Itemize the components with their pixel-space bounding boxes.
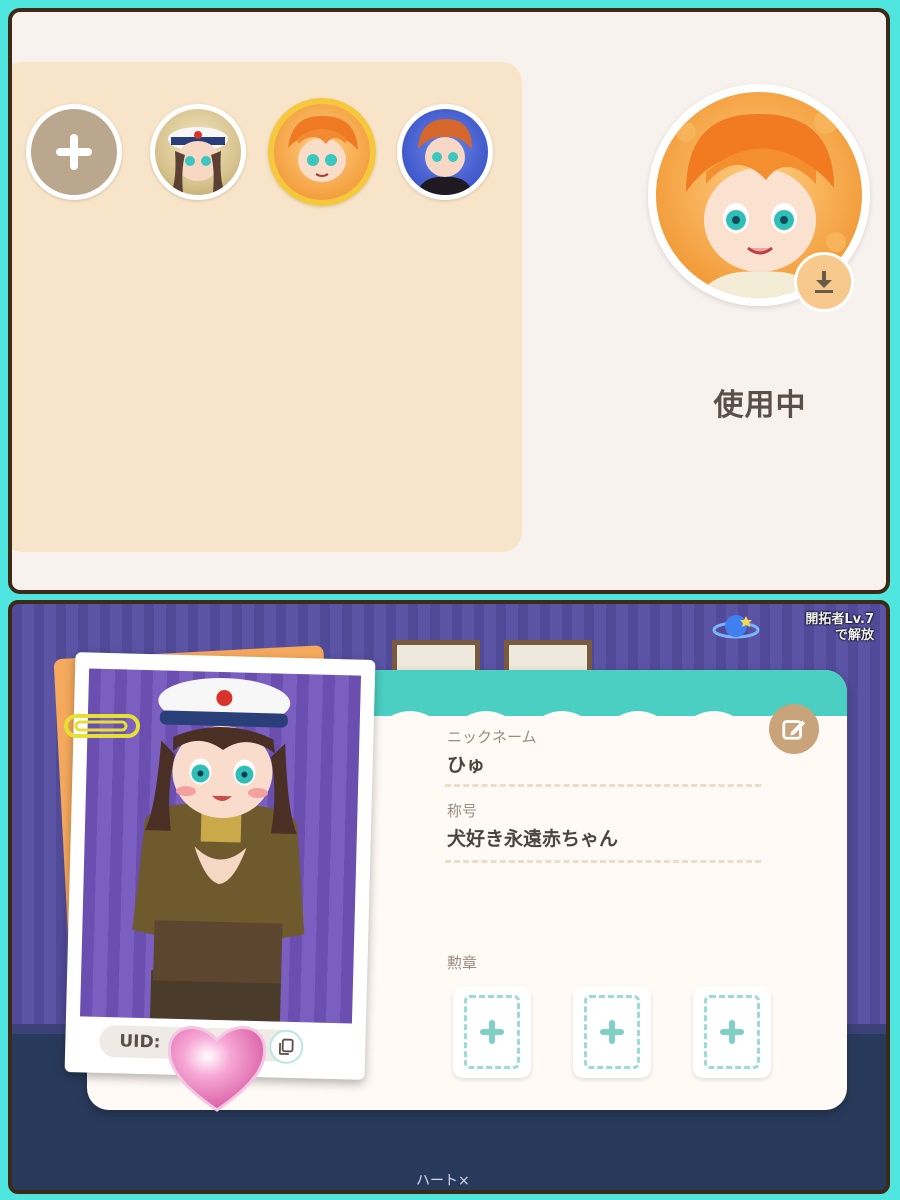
title-value: 犬好き永遠赤ちゃん (447, 828, 619, 850)
badge-slot-frame (464, 995, 520, 1069)
nickname-label: ニックネーム (447, 728, 537, 746)
plus-icon (480, 1020, 504, 1044)
avatar-portrait (168, 127, 228, 193)
heart-icon (167, 1026, 267, 1112)
uid-label: UID: (119, 1031, 161, 1053)
badge-slot-frame (584, 995, 640, 1069)
badges-label: 勲章 (447, 954, 478, 972)
plus-icon (720, 1020, 744, 1044)
planet-icon (712, 615, 760, 639)
unlock-level-text: 開拓者Lv.7 (805, 612, 874, 627)
add-avatar-button[interactable] (26, 104, 122, 200)
title-label: 称号 (447, 802, 478, 820)
copy-icon (278, 1038, 294, 1055)
divider (445, 860, 761, 863)
unlock-suffix-text: で解放 (834, 628, 874, 643)
avatar-option-3[interactable] (397, 104, 493, 200)
download-button[interactable] (794, 252, 854, 312)
badge-slot-frame (704, 995, 760, 1069)
edit-profile-button[interactable] (769, 704, 819, 754)
badge-slot-2[interactable] (573, 986, 651, 1078)
download-icon (815, 271, 833, 293)
unlock-requirement-note: 開拓者Lv.7 で解放 (805, 612, 874, 644)
avatar-portrait (416, 119, 474, 195)
in-use-status-label: 使用中 (713, 388, 807, 423)
profile-scene-panel: 開拓者Lv.7 で解放 ニックネーム ひゅ 称号 犬好き永遠赤ちゃん 勲章 UI… (8, 600, 890, 1194)
avatar-option-2-selected[interactable] (268, 98, 376, 206)
avatar-option-1[interactable] (150, 104, 246, 200)
plus-icon (600, 1020, 624, 1044)
plus-icon (56, 134, 92, 170)
avatar-selection-panel: 使用中 (8, 8, 890, 594)
edit-icon (782, 720, 806, 740)
heart-count-text: ハート× (416, 1173, 470, 1189)
divider (445, 784, 761, 787)
paper-clip-icon (64, 714, 140, 738)
badge-slot-1[interactable] (453, 986, 531, 1078)
avatar-portrait (288, 115, 358, 182)
badge-slot-3[interactable] (693, 986, 771, 1078)
nickname-value: ひゅ (447, 754, 486, 776)
copy-uid-button[interactable] (268, 1029, 304, 1065)
